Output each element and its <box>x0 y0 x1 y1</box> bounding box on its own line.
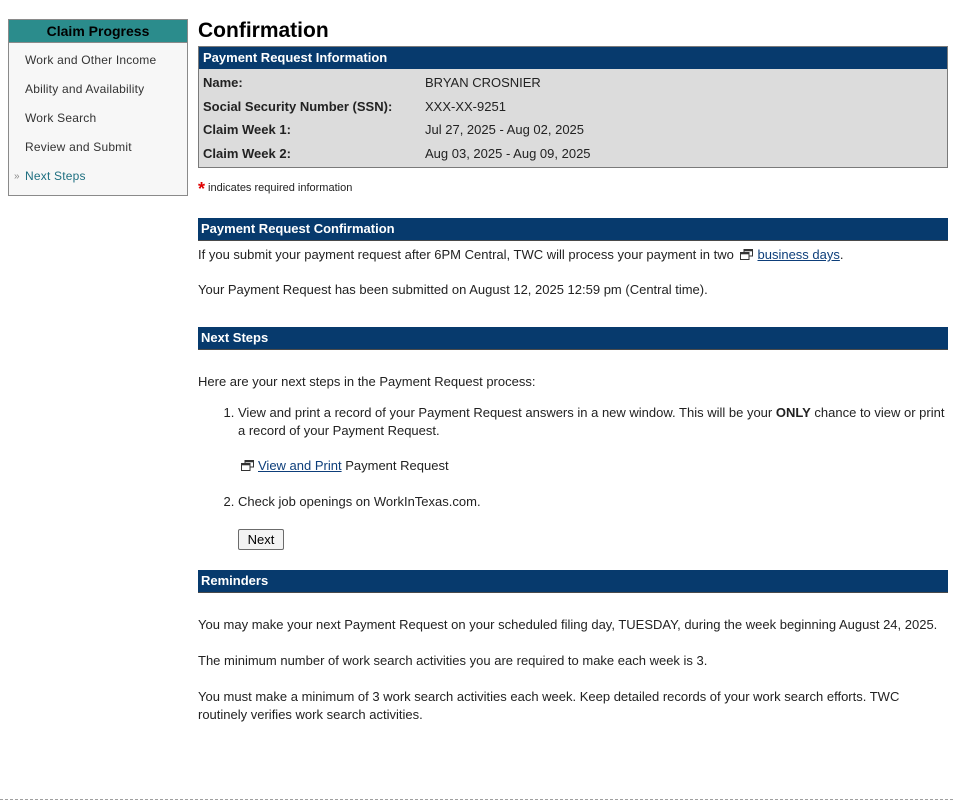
info-label: Claim Week 1: <box>203 122 291 137</box>
required-information-note: * indicates required information <box>198 179 948 199</box>
next-steps-list: View and print a record of your Payment … <box>198 404 948 550</box>
step-text: View and print a record of your Payment … <box>238 405 773 420</box>
main-content: Confirmation Payment Request Information… <box>198 18 948 724</box>
sidebar-item-work-and-other-income[interactable]: Work and Other Income <box>9 46 187 75</box>
next-button[interactable]: Next <box>238 529 284 550</box>
page-title: Confirmation <box>198 19 329 42</box>
info-label: Claim Week 2: <box>203 145 291 161</box>
step-check-jobs: Check job openings on WorkInTexas.com. N… <box>238 493 948 550</box>
sidebar-item-work-search[interactable]: Work Search <box>9 104 187 133</box>
info-label: Social Security Number (SSN): <box>203 98 393 114</box>
step-emphasis: ONLY <box>775 405 811 420</box>
sidebar-item-next-steps[interactable]: » Next Steps <box>9 162 187 191</box>
info-value: BRYAN CROSNIER <box>425 75 541 90</box>
new-window-icon <box>740 249 754 260</box>
view-print-suffix: Payment Request <box>345 458 449 473</box>
sidebar-nav-list: Work and Other Income Ability and Availa… <box>9 43 187 195</box>
info-value: Jul 27, 2025 - Aug 02, 2025 <box>425 122 585 137</box>
info-label: Name: <box>203 75 243 90</box>
required-note-text: indicates required information <box>208 182 353 194</box>
sidebar-item-label: Work and Other Income <box>25 53 157 67</box>
view-and-print-link[interactable]: View and Print <box>258 458 342 473</box>
section-header: Payment Request Confirmation <box>198 218 948 241</box>
info-value: Aug 03, 2025 - Aug 09, 2025 <box>425 145 591 161</box>
business-days-link[interactable]: business days <box>757 247 839 262</box>
sidebar-item-ability-and-availability[interactable]: Ability and Availability <box>9 75 187 104</box>
info-row-name: Name: BRYAN CROSNIER <box>199 71 947 95</box>
reminder-next-filing: You may make your next Payment Request o… <box>198 617 938 632</box>
reminder-minimum-activities: The minimum number of work search activi… <box>198 653 708 668</box>
punctuation: . <box>839 247 844 262</box>
payment-request-confirmation: Payment Request Confirmation If you subm… <box>198 218 948 299</box>
processing-notice: If you submit your payment request after… <box>198 246 948 264</box>
reminders-section: Reminders You may make your next Payment… <box>198 570 948 724</box>
section-header: Next Steps <box>198 327 948 350</box>
view-print-row: View and Print Payment Request <box>238 457 948 475</box>
footer-divider <box>0 799 953 800</box>
payment-info-table: Name: BRYAN CROSNIER Social Security Num… <box>199 69 947 167</box>
step-view-print: View and print a record of your Payment … <box>238 404 948 475</box>
double-chevron-right-icon: » <box>14 171 20 182</box>
sidebar-item-review-and-submit[interactable]: Review and Submit <box>9 133 187 162</box>
sidebar-item-label: Review and Submit <box>25 140 132 154</box>
next-steps-section: Next Steps Here are your next steps in t… <box>198 327 948 550</box>
new-window-icon <box>241 460 254 471</box>
info-row-claim-week-2: Claim Week 2: Aug 03, 2025 - Aug 09, 202… <box>199 142 947 166</box>
sidebar-title: Claim Progress <box>9 20 187 43</box>
info-row-claim-week-1: Claim Week 1: Jul 27, 2025 - Aug 02, 202… <box>199 118 947 142</box>
reminder-keep-records: You must make a minimum of 3 work search… <box>198 689 900 722</box>
next-button-row: Next <box>238 529 948 550</box>
section-header: Payment Request Information <box>199 47 947 69</box>
sidebar-item-label: Ability and Availability <box>25 82 145 96</box>
info-value: XXX-XX-9251 <box>425 98 506 114</box>
sidebar-item-label: Work Search <box>25 111 97 125</box>
claim-progress-sidebar: Claim Progress Work and Other Income Abi… <box>8 19 188 196</box>
step-text: Check job openings on WorkInTexas.com. <box>238 494 481 509</box>
section-header: Reminders <box>198 570 948 593</box>
payment-request-information: Payment Request Information Name: BRYAN … <box>198 46 948 168</box>
info-row-ssn: Social Security Number (SSN): XXX-XX-925… <box>199 95 947 119</box>
sidebar-item-label: Next Steps <box>25 169 86 183</box>
required-star-icon: * <box>198 179 206 199</box>
next-steps-intro: Here are your next steps in the Payment … <box>198 374 536 389</box>
submission-timestamp: Your Payment Request has been submitted … <box>198 282 708 297</box>
processing-notice-text: If you submit your payment request after… <box>198 247 734 262</box>
